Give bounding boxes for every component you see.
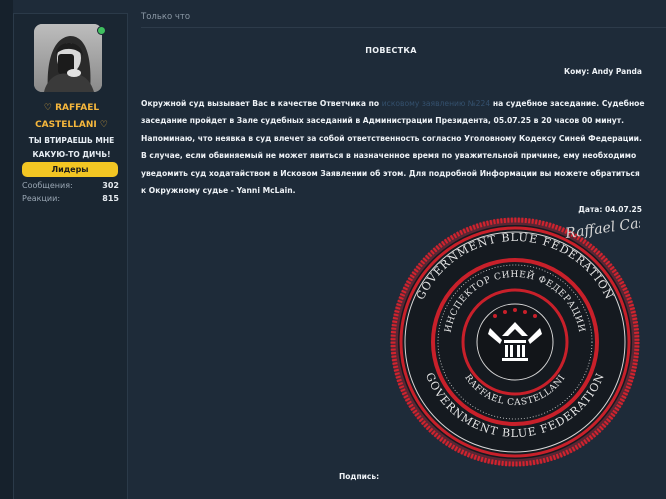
online-status-indicator [97,26,106,35]
stat-value[interactable]: 302 [102,180,119,192]
stat-value[interactable]: 815 [102,193,119,205]
body-text-end: на судебное заседание. Судебное заседани… [141,99,645,196]
post-timestamp[interactable]: Только что [141,12,190,22]
summons-text: Окружной суд вызывает Вас в качестве Отв… [141,95,646,199]
left-gutter [0,0,13,499]
signature-label: Подпись: [339,472,380,481]
avatar[interactable] [34,24,102,92]
user-card: ♡ RAFFAEL CASTELLANI ♡ ТЫ ВТИРАЕШЬ МНЕ К… [13,13,128,499]
user-title: ТЫ ВТИРАЕШЬ МНЕ КАКУЮ-ТО ДИЧЬ! [28,136,115,159]
signature-scribble: Raffael Castellani [563,210,640,242]
username[interactable]: ♡ RAFFAEL CASTELLANI ♡ [14,100,129,134]
avatar-photo [34,24,102,92]
post-divider [141,27,666,28]
stat-label: Реакции: [22,194,61,203]
stat-messages: Сообщения: 302 [22,180,119,192]
stat-reactions: Реакции: 815 [22,193,119,205]
recipient-line: Кому: Andy Panda [563,67,642,76]
post-content: Только что ПОВЕСТКА Кому: Andy Panda Окр… [128,0,666,499]
document-title: ПОВЕСТКА [365,46,417,55]
body-text-start: Окружной суд вызывает Вас в качестве Отв… [141,99,382,108]
stat-label: Сообщения: [22,181,73,190]
official-seal: GOVERNMENT BLUE FEDERATION GOVERNMENT BL… [390,210,640,467]
user-badge: Лидеры [22,162,118,177]
claim-link[interactable]: исковому заявлению №224 [382,99,490,108]
